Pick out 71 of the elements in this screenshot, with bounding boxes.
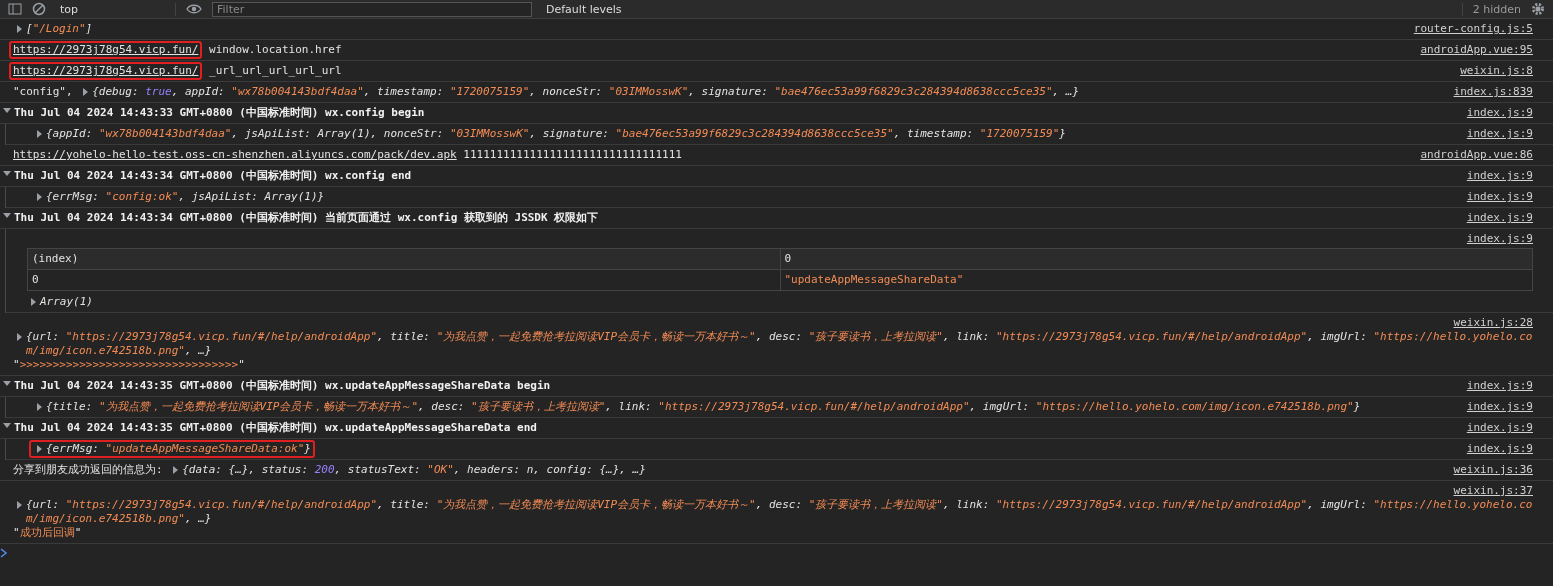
log-text: "成功后回调" (13, 526, 82, 540)
expand-arrow-icon[interactable] (81, 88, 90, 96)
expand-arrow-icon[interactable] (35, 130, 43, 138)
table-cell: 0 (27, 269, 780, 291)
log-text: window.location.href (208, 43, 342, 57)
expand-arrow-icon[interactable] (3, 379, 11, 387)
expand-arrow-icon[interactable] (15, 333, 23, 341)
source-link[interactable]: index.js:9 (1466, 400, 1533, 414)
object-preview[interactable]: {errMsg: "updateAppMessageShareData:ok"} (46, 442, 311, 456)
prompt-chevron-icon (0, 548, 8, 558)
source-link[interactable]: index.js:839 (1453, 85, 1533, 99)
log-text: ">>>>>>>>>>>>>>>>>>>>>>>>>>>>>>>>>" (13, 358, 245, 372)
levels-dropdown[interactable]: Default levels (542, 2, 626, 16)
hidden-count: 2 hidden (1461, 2, 1521, 16)
source-link[interactable]: index.js:9 (1466, 379, 1533, 393)
column-header[interactable]: 0 (780, 248, 1533, 270)
group-title: Thu Jul 04 2024 14:43:34 GMT+0800 (中国标准时间) wx.config end (14, 169, 412, 183)
object-preview[interactable]: {debug: true, appId: "wx78b004143bdf4daa", timestamp: "1720075159", nonceStr: "03IMMosswK", signature: "bae476ec53a99f6829c3c284394d8638ccc5ce35", …} (92, 85, 1442, 99)
clear-icon[interactable] (32, 2, 46, 16)
group-title: Thu Jul 04 2024 14:43:33 GMT+0800 (中国标准时间) wx.config begin (14, 106, 425, 120)
object-preview[interactable]: {title: "为我点赞，一起免费抢考拉阅读VIP会员卡，畅读一万本好书～", desc: "孩子要读书，上考拉阅读", link: "https://2973j78g54.vicp.fun/#/help/androidApp", imgUrl: "https://hello.yohelo.com/img/icon.e742518b.png"} (46, 400, 1455, 414)
source-link[interactable]: index.js:9 (1466, 442, 1533, 456)
object-preview[interactable]: {url: "https://2973j78g54.vicp.fun/#/help/androidApp", title: "为我点赞，一起免费抢考拉阅读VIP会员卡，畅读一万本好书～", desc: "孩子要读书，上考拉阅读", link: "https://2973j78g54.vicp.fun/#/help/androidApp", imgUrl: "https://hello.yohelo.com/img/icon.e742518b.png", …} (26, 330, 1533, 358)
table-cell: "updateAppMessageShareData" (780, 269, 1533, 291)
expand-arrow-icon[interactable] (3, 169, 11, 177)
source-link[interactable]: index.js:9 (1466, 106, 1533, 120)
expand-arrow-icon[interactable] (3, 421, 11, 429)
url-link[interactable]: https://yohelo-hello-test.oss-cn-shenzhen.aliyuncs.com/pack/dev.apk (13, 148, 457, 162)
log-text: 分享到朋友成功返回的信息为: (13, 463, 164, 477)
expand-arrow-icon[interactable] (35, 403, 43, 411)
sidebar-icon[interactable] (8, 2, 22, 16)
url-link[interactable]: https://2973j78g54.vicp.fun/ (13, 64, 199, 78)
eye-icon[interactable] (186, 2, 202, 16)
source-link[interactable]: router-config.js:5 (1413, 22, 1533, 36)
source-link[interactable]: weixin.js:28 (13, 316, 1533, 330)
object-preview[interactable]: ["/Login"] (26, 22, 1402, 36)
object-preview[interactable]: {url: "https://2973j78g54.vicp.fun/#/help/androidApp", title: "为我点赞，一起免费抢考拉阅读VIP会员卡，畅读一万本好书～", desc: "孩子要读书，上考拉阅读", link: "https://2973j78g54.vicp.fun/#/help/androidApp", imgUrl: "https://hello.yohelo.com/img/icon.e742518b.png", …} (26, 498, 1533, 526)
source-link[interactable]: androidApp.vue:95 (1420, 43, 1533, 57)
source-link[interactable]: index.js:9 (1466, 190, 1533, 204)
expand-arrow-icon[interactable] (3, 106, 11, 114)
group-title: Thu Jul 04 2024 14:43:35 GMT+0800 (中国标准时间) wx.updateAppMessageShareData begin (14, 379, 551, 393)
source-link[interactable]: index.js:9 (1466, 169, 1533, 183)
column-header[interactable]: (index) (27, 248, 780, 270)
group-title: Thu Jul 04 2024 14:43:34 GMT+0800 (中国标准时间) 当前页面通过 wx.config 获取到的 JSSDK 权限如下 (14, 211, 599, 225)
source-link[interactable]: weixin.js:36 (1453, 463, 1533, 477)
expand-arrow-icon[interactable] (3, 211, 11, 219)
expand-arrow-icon[interactable] (15, 25, 23, 33)
source-link[interactable]: index.js:9 (1466, 211, 1533, 225)
source-link[interactable]: index.js:9 (27, 232, 1533, 246)
object-preview[interactable]: {errMsg: "config:ok", jsApiList: Array(1)} (46, 190, 1455, 204)
expand-arrow-icon[interactable] (35, 193, 43, 201)
log-text: 111111111111111111111111111111111 (462, 148, 682, 162)
object-preview[interactable]: {appId: "wx78b004143bdf4daa", jsApiList: Array(1), nonceStr: "03IMMosswK", signature: "bae476ec53a99f6829c3c284394d8638ccc5ce35", timestamp: "1720075159"} (46, 127, 1455, 141)
object-preview[interactable]: {data: {…}, status: 200, statusText: "OK", headers: n, config: {…}, …} (182, 463, 1442, 477)
expand-arrow-icon[interactable] (171, 466, 180, 474)
log-text: _url_url_url_url_url (208, 64, 342, 78)
group-title: Thu Jul 04 2024 14:43:35 GMT+0800 (中国标准时间) wx.updateAppMessageShareData end (14, 421, 537, 435)
source-link[interactable]: index.js:9 (1466, 421, 1533, 435)
settings-icon[interactable] (1531, 2, 1545, 16)
log-text: "config", (13, 85, 74, 99)
source-link[interactable]: weixin.js:8 (1460, 64, 1533, 78)
expand-arrow-icon[interactable] (29, 298, 37, 306)
expand-arrow-icon[interactable] (35, 445, 43, 453)
context-dropdown[interactable]: top (56, 2, 176, 16)
source-link[interactable]: weixin.js:37 (13, 484, 1533, 498)
expand-arrow-icon[interactable] (15, 501, 23, 509)
source-link[interactable]: index.js:9 (1466, 127, 1533, 141)
url-link[interactable]: https://2973j78g54.vicp.fun/ (13, 43, 199, 57)
filter-field[interactable]: Filter (212, 1, 532, 17)
object-preview[interactable]: Array(1) (40, 295, 1533, 309)
source-link[interactable]: androidApp.vue:86 (1420, 148, 1533, 162)
